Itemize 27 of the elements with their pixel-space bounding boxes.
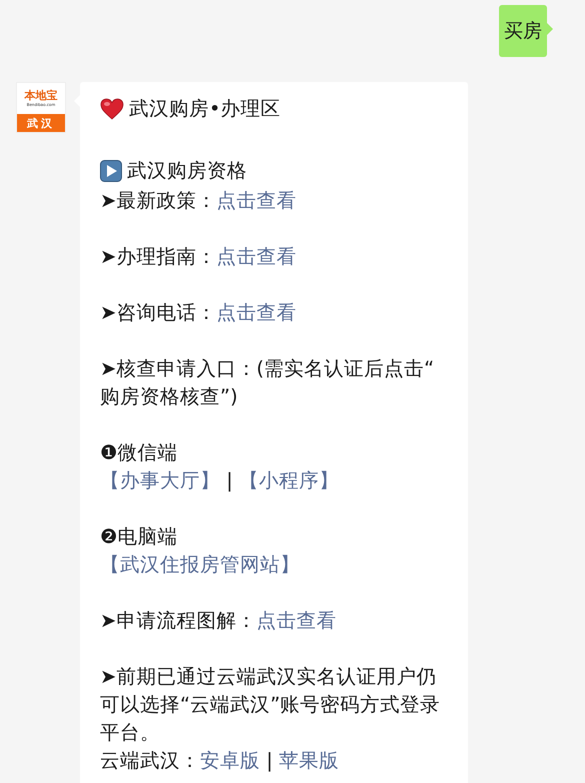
text: ➤前期已通过云端武汉实名认证用户仍可以选择“云端武汉”账号密码方式登录平台。 bbox=[100, 665, 440, 744]
text: ➤咨询电话： bbox=[100, 301, 216, 324]
logo-city: 武汉 bbox=[17, 114, 65, 132]
text: ❷电脑端 bbox=[100, 525, 178, 548]
text: 云端武汉： bbox=[100, 749, 200, 772]
heading-text: 武汉购房资格 bbox=[127, 159, 247, 182]
text: ❶微信端 bbox=[100, 441, 178, 464]
play-icon bbox=[100, 160, 122, 182]
message-text: 买房 bbox=[504, 19, 542, 44]
link[interactable]: 安卓版 bbox=[200, 749, 260, 772]
text: | bbox=[265, 749, 274, 772]
heading-text: 武汉购房•办理区 bbox=[129, 97, 281, 120]
text: ➤办理指南： bbox=[100, 245, 216, 268]
link[interactable]: 苹果版 bbox=[278, 749, 339, 772]
link[interactable]: 【办事大厅】 bbox=[100, 469, 220, 492]
link[interactable]: 点击查看 bbox=[256, 609, 336, 632]
text: ➤核查申请入口：(需实名认证后点击“购房资格核查”) bbox=[100, 357, 434, 408]
link[interactable]: 【武汉住报房管网站】 bbox=[100, 553, 300, 576]
text: ➤最新政策： bbox=[100, 189, 216, 212]
link[interactable]: 点击查看 bbox=[216, 301, 296, 324]
link[interactable]: 【小程序】 bbox=[238, 469, 339, 492]
link[interactable]: 点击查看 bbox=[216, 245, 296, 268]
heart-icon bbox=[100, 98, 124, 120]
link[interactable]: 点击查看 bbox=[216, 189, 296, 212]
text: ➤申请流程图解： bbox=[100, 609, 256, 632]
logo-text: 本地宝 bbox=[24, 90, 58, 102]
text: | bbox=[225, 469, 234, 492]
